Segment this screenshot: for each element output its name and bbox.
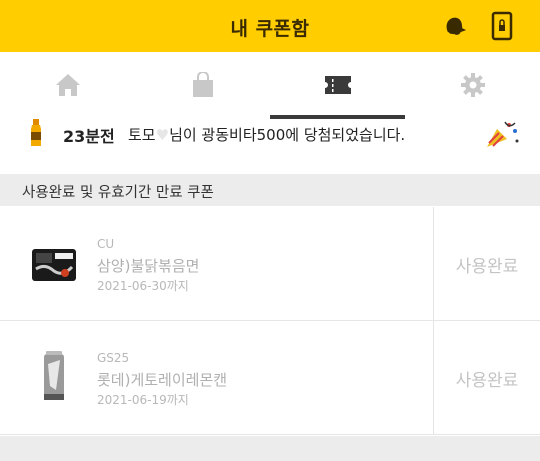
coupon-status: 사용완료 bbox=[455, 256, 519, 277]
ticker-message: 토모♥님이 광동비타500에 당첨되었습니다. bbox=[128, 126, 406, 144]
coupon-expiry: 2021-06-19까지 bbox=[97, 393, 189, 407]
home-icon bbox=[55, 74, 80, 96]
ticker-time: 23분전 bbox=[63, 127, 115, 146]
app-header: 내 쿠폰함 bbox=[0, 0, 540, 52]
shopping-bag-icon bbox=[192, 72, 213, 97]
coupon-brand: GS25 bbox=[97, 351, 130, 365]
coupon-item[interactable]: CU 삼양)불닭볶음면 2021-06-30까지 사용완료 bbox=[0, 207, 540, 321]
tab-shop[interactable] bbox=[135, 52, 270, 118]
tab-home[interactable] bbox=[0, 52, 135, 118]
party-popper-icon bbox=[487, 121, 519, 147]
coupon-status: 사용완료 bbox=[455, 370, 519, 391]
can-image bbox=[30, 349, 78, 405]
tab-bar bbox=[0, 52, 540, 118]
coupon-name: 롯데)게토레이레몬캔 bbox=[97, 371, 228, 389]
section-header: 사용완료 및 유효기간 만료 쿠폰 bbox=[0, 174, 540, 206]
section-title: 사용완료 및 유효기간 만료 쿠폰 bbox=[22, 185, 214, 201]
bottle-icon bbox=[31, 119, 41, 146]
noodle-pack-image bbox=[30, 237, 78, 293]
tab-coupon[interactable] bbox=[270, 52, 405, 118]
coupon-name: 삼양)불닭볶음면 bbox=[97, 257, 200, 275]
tab-settings[interactable] bbox=[405, 52, 540, 118]
coupon-expiry: 2021-06-30까지 bbox=[97, 279, 189, 293]
phone-lock-icon[interactable] bbox=[486, 10, 518, 42]
heart-icon: ♥ bbox=[155, 126, 170, 144]
coupon-brand: CU bbox=[97, 237, 115, 251]
coupon-item[interactable]: GS25 롯데)게토레이레몬캔 2021-06-19까지 사용완료 bbox=[0, 321, 540, 435]
bottom-spacer bbox=[0, 436, 540, 461]
ticket-icon bbox=[324, 76, 351, 94]
bell-icon[interactable] bbox=[438, 10, 470, 42]
winner-ticker: 23분전 토모♥님이 광동비타500에 당첨되었습니다. bbox=[0, 119, 540, 153]
gear-icon bbox=[460, 73, 485, 97]
